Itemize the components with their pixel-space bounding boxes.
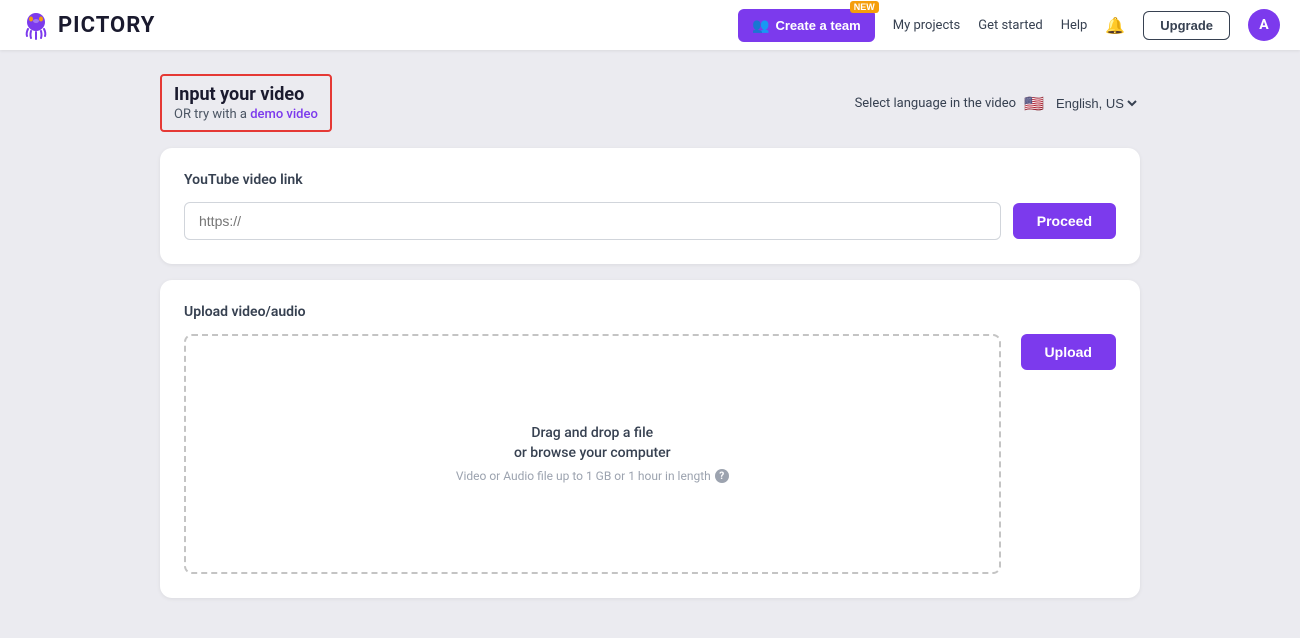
- help-link[interactable]: Help: [1061, 18, 1088, 33]
- demo-video-link[interactable]: demo video: [250, 107, 318, 122]
- upgrade-button[interactable]: Upgrade: [1143, 11, 1230, 40]
- language-select[interactable]: English, US: [1052, 95, 1140, 112]
- youtube-url-input[interactable]: [184, 202, 1001, 240]
- youtube-card: YouTube video link Proceed: [160, 148, 1140, 264]
- youtube-input-row: Proceed: [184, 202, 1116, 240]
- main-content: Input your video OR try with a demo vide…: [0, 50, 1300, 638]
- proceed-button[interactable]: Proceed: [1013, 203, 1116, 239]
- navbar-left: PICTORY: [20, 9, 155, 41]
- try-with-label: OR try with a: [174, 107, 247, 122]
- question-icon[interactable]: ?: [715, 469, 729, 483]
- logo-icon: [20, 9, 52, 41]
- dropzone-line2: or browse your computer: [514, 445, 671, 461]
- upload-row: Drag and drop a file or browse your comp…: [184, 334, 1116, 574]
- dropzone-hint-text: Video or Audio file up to 1 GB or 1 hour…: [456, 469, 711, 483]
- flag-icon: 🇺🇸: [1024, 94, 1044, 113]
- new-badge: NEW: [850, 1, 879, 13]
- upload-button[interactable]: Upload: [1021, 334, 1116, 370]
- bell-icon[interactable]: 🔔: [1105, 16, 1125, 35]
- youtube-section-title: YouTube video link: [184, 172, 1116, 188]
- dropzone-line1: Drag and drop a file: [531, 425, 653, 441]
- logo-text: PICTORY: [58, 13, 155, 38]
- my-projects-link[interactable]: My projects: [893, 18, 961, 33]
- get-started-link[interactable]: Get started: [978, 18, 1042, 33]
- dropzone-hint: Video or Audio file up to 1 GB or 1 hour…: [456, 469, 729, 483]
- language-selector-label: Select language in the video: [855, 96, 1017, 111]
- try-demo-text: OR try with a demo video: [174, 107, 318, 122]
- create-team-button[interactable]: 👥 Create a team NEW: [738, 9, 875, 42]
- create-team-label: Create a team: [775, 18, 860, 33]
- input-video-title-box: Input your video OR try with a demo vide…: [160, 74, 332, 132]
- input-video-title: Input your video: [174, 84, 318, 105]
- upload-card: Upload video/audio Drag and drop a file …: [160, 280, 1140, 598]
- input-video-header: Input your video OR try with a demo vide…: [160, 74, 1140, 132]
- dropzone[interactable]: Drag and drop a file or browse your comp…: [184, 334, 1001, 574]
- users-icon: 👥: [752, 17, 769, 34]
- avatar[interactable]: A: [1248, 9, 1280, 41]
- navbar-right: 👥 Create a team NEW My projects Get star…: [738, 9, 1280, 42]
- upload-section-title: Upload video/audio: [184, 304, 1116, 320]
- navbar: PICTORY 👥 Create a team NEW My projects …: [0, 0, 1300, 50]
- language-selector: Select language in the video 🇺🇸 English,…: [855, 94, 1140, 113]
- upload-btn-container: Upload: [1021, 334, 1116, 370]
